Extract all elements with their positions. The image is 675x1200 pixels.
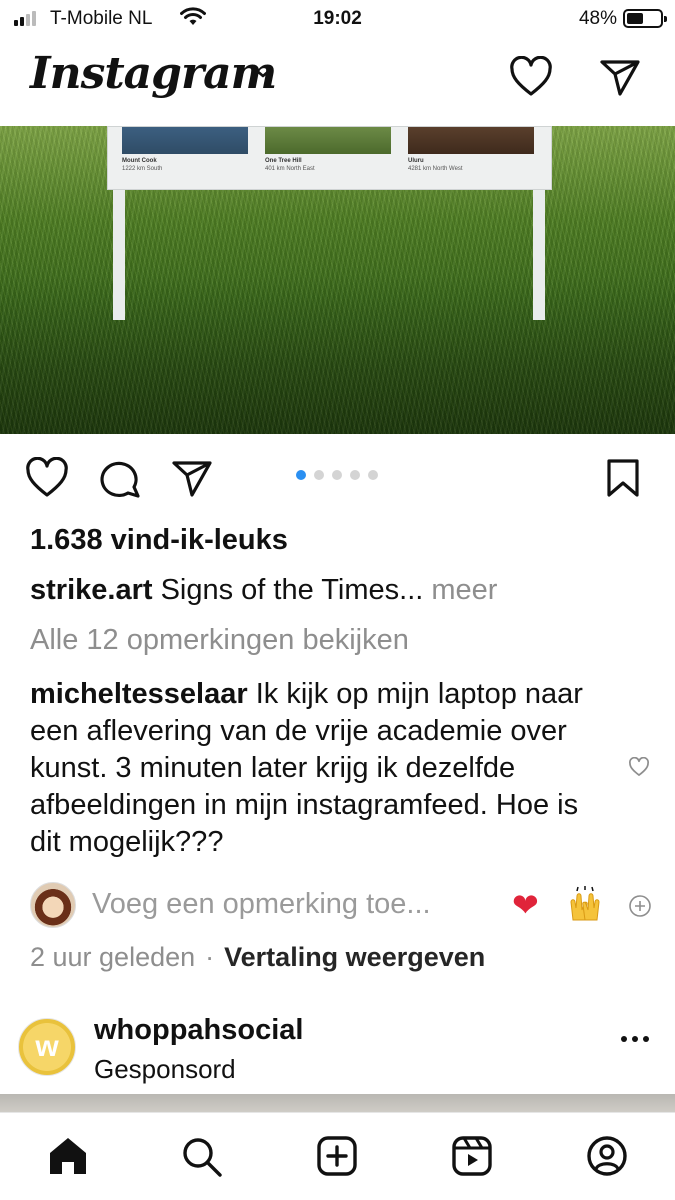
sponsored-post-image[interactable] bbox=[0, 1094, 675, 1112]
like-icon[interactable] bbox=[24, 457, 70, 499]
sign-post bbox=[113, 190, 125, 320]
status-bar: T-Mobile NL 19:02 48% bbox=[0, 0, 675, 38]
comment: micheltesselaar Ik kijk op mijn laptop n… bbox=[30, 676, 600, 861]
carousel-dot bbox=[296, 470, 306, 480]
avatar bbox=[30, 882, 76, 928]
post-caption: strike.art Signs of the Times... meer bbox=[30, 574, 497, 607]
create-icon[interactable] bbox=[315, 1135, 359, 1177]
comment-like-icon[interactable] bbox=[628, 757, 650, 777]
caption-more-link[interactable]: meer bbox=[431, 574, 497, 606]
sponsor-username[interactable]: whoppahsocial bbox=[94, 1014, 303, 1047]
comment-icon[interactable] bbox=[98, 457, 142, 499]
sponsored-label: Gesponsord bbox=[94, 1054, 236, 1084]
post-meta: 2 uur geleden · Vertaling weergeven bbox=[30, 942, 485, 973]
carousel-indicator bbox=[296, 470, 378, 480]
carousel-dot bbox=[350, 470, 360, 480]
sign-caption: Uluru 4281 km North West bbox=[408, 158, 463, 172]
instagram-logo[interactable]: Instagram bbox=[30, 48, 277, 99]
post-actions bbox=[0, 440, 675, 516]
sponsored-post-header: w whoppahsocial Gesponsord bbox=[0, 1012, 675, 1092]
share-icon[interactable] bbox=[170, 457, 214, 499]
comment-username[interactable]: micheltesselaar bbox=[30, 678, 248, 710]
sign-caption: Mount Cook 1222 km South bbox=[122, 158, 163, 172]
post-image[interactable]: Mount Cook 1222 km South One Tree Hill 401… bbox=[0, 126, 675, 434]
sign-post bbox=[533, 190, 545, 320]
battery-percent: 48% bbox=[578, 8, 617, 29]
avatar[interactable]: w bbox=[18, 1018, 76, 1076]
sign-caption: One Tree Hill 401 km North East bbox=[265, 158, 315, 172]
translate-link[interactable]: Vertaling weergeven bbox=[224, 942, 485, 972]
bookmark-icon[interactable] bbox=[604, 457, 642, 499]
reels-icon[interactable] bbox=[450, 1135, 494, 1177]
chevron-down-icon[interactable] bbox=[252, 66, 274, 80]
status-time: 19:02 bbox=[313, 8, 362, 29]
carousel-dot bbox=[368, 470, 378, 480]
search-icon[interactable] bbox=[180, 1135, 224, 1177]
view-all-comments-link[interactable]: Alle 12 opmerkingen bekijken bbox=[30, 624, 409, 657]
add-comment-row: Voeg een opmerking toe... ❤ bbox=[0, 880, 675, 932]
signboard: Mount Cook 1222 km South One Tree Hill 401… bbox=[107, 126, 552, 190]
more-options-icon[interactable] bbox=[621, 1036, 649, 1042]
add-emoji-icon[interactable] bbox=[628, 894, 652, 918]
add-comment-input[interactable]: Voeg een opmerking toe... bbox=[92, 888, 431, 921]
bottom-tab-bar bbox=[0, 1112, 675, 1200]
separator: · bbox=[205, 942, 215, 972]
battery-icon bbox=[623, 9, 667, 28]
caption-username[interactable]: strike.art bbox=[30, 574, 153, 606]
raised-hands-emoji-button[interactable] bbox=[565, 886, 605, 932]
app-header: Instagram bbox=[0, 40, 675, 126]
post-timestamp: 2 uur geleden bbox=[30, 942, 196, 972]
send-icon[interactable] bbox=[598, 56, 642, 98]
profile-icon[interactable] bbox=[585, 1135, 629, 1177]
caption-text: Signs of the Times... bbox=[160, 574, 424, 606]
heart-emoji-button[interactable]: ❤ bbox=[512, 886, 539, 924]
likes-count[interactable]: 1.638 vind-ik-leuks bbox=[30, 524, 288, 557]
home-icon[interactable] bbox=[46, 1135, 90, 1177]
heart-icon[interactable] bbox=[508, 56, 554, 98]
carousel-dot bbox=[332, 470, 342, 480]
carousel-dot bbox=[314, 470, 324, 480]
raised-hands-icon bbox=[570, 886, 600, 921]
